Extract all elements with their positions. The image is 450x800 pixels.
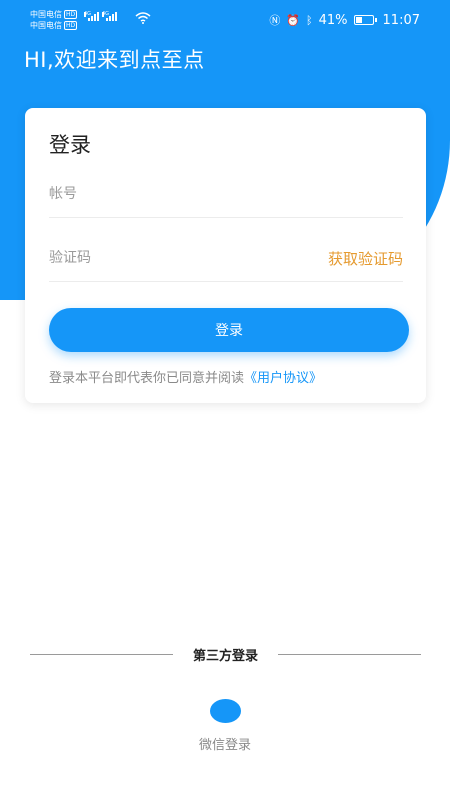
signal-icon: 4G — [84, 12, 99, 21]
hd-badge-1: HD — [64, 10, 78, 19]
signal-icons: 4G 4G — [84, 12, 117, 21]
alarm-icon: ⏰ — [286, 13, 301, 27]
account-field — [49, 178, 403, 218]
battery-icon — [353, 15, 377, 25]
nfc-icon: Ⓝ — [269, 14, 281, 27]
carrier-1: 中国电信 — [30, 10, 62, 19]
hd-badge-2: HD — [64, 21, 78, 30]
wechat-login-label[interactable]: 微信登录 — [0, 734, 450, 753]
login-button[interactable]: 登录 — [49, 308, 409, 352]
account-input[interactable] — [49, 186, 289, 202]
agreement-text: 登录本平台即代表你已同意并阅读《用户协议》 — [49, 367, 322, 386]
third-party-divider: 第三方登录 — [30, 645, 421, 665]
wechat-login-icon[interactable] — [210, 699, 241, 723]
wifi-icon — [135, 12, 151, 24]
signal-icon: 4G — [102, 12, 117, 21]
login-card: 登录 获取验证码 登录 登录本平台即代表你已同意并阅读《用户协议》 — [25, 108, 426, 403]
login-title: 登录 — [49, 133, 91, 157]
agreement-prefix: 登录本平台即代表你已同意并阅读 — [49, 371, 245, 386]
user-agreement-link[interactable]: 《用户协议》 — [244, 371, 322, 386]
get-code-button[interactable]: 获取验证码 — [328, 248, 403, 269]
status-bar: 中国电信 HD 中国电信 HD 4G 4G Ⓝ ⏰ ᛒ 41% 11:07 — [0, 0, 450, 40]
greeting-title: HI,欢迎来到点至点 — [24, 48, 205, 72]
code-field: 获取验证码 — [49, 242, 403, 282]
carrier-info: 中国电信 HD 中国电信 HD — [30, 9, 78, 31]
carrier-2: 中国电信 — [30, 21, 62, 30]
battery-percent: 41% — [318, 12, 348, 28]
status-right: Ⓝ ⏰ ᛒ 41% 11:07 — [269, 12, 420, 28]
clock: 11:07 — [382, 12, 420, 28]
divider-line-right — [278, 654, 421, 655]
bluetooth-icon: ᛒ — [306, 13, 313, 27]
verification-code-input[interactable] — [49, 250, 289, 266]
